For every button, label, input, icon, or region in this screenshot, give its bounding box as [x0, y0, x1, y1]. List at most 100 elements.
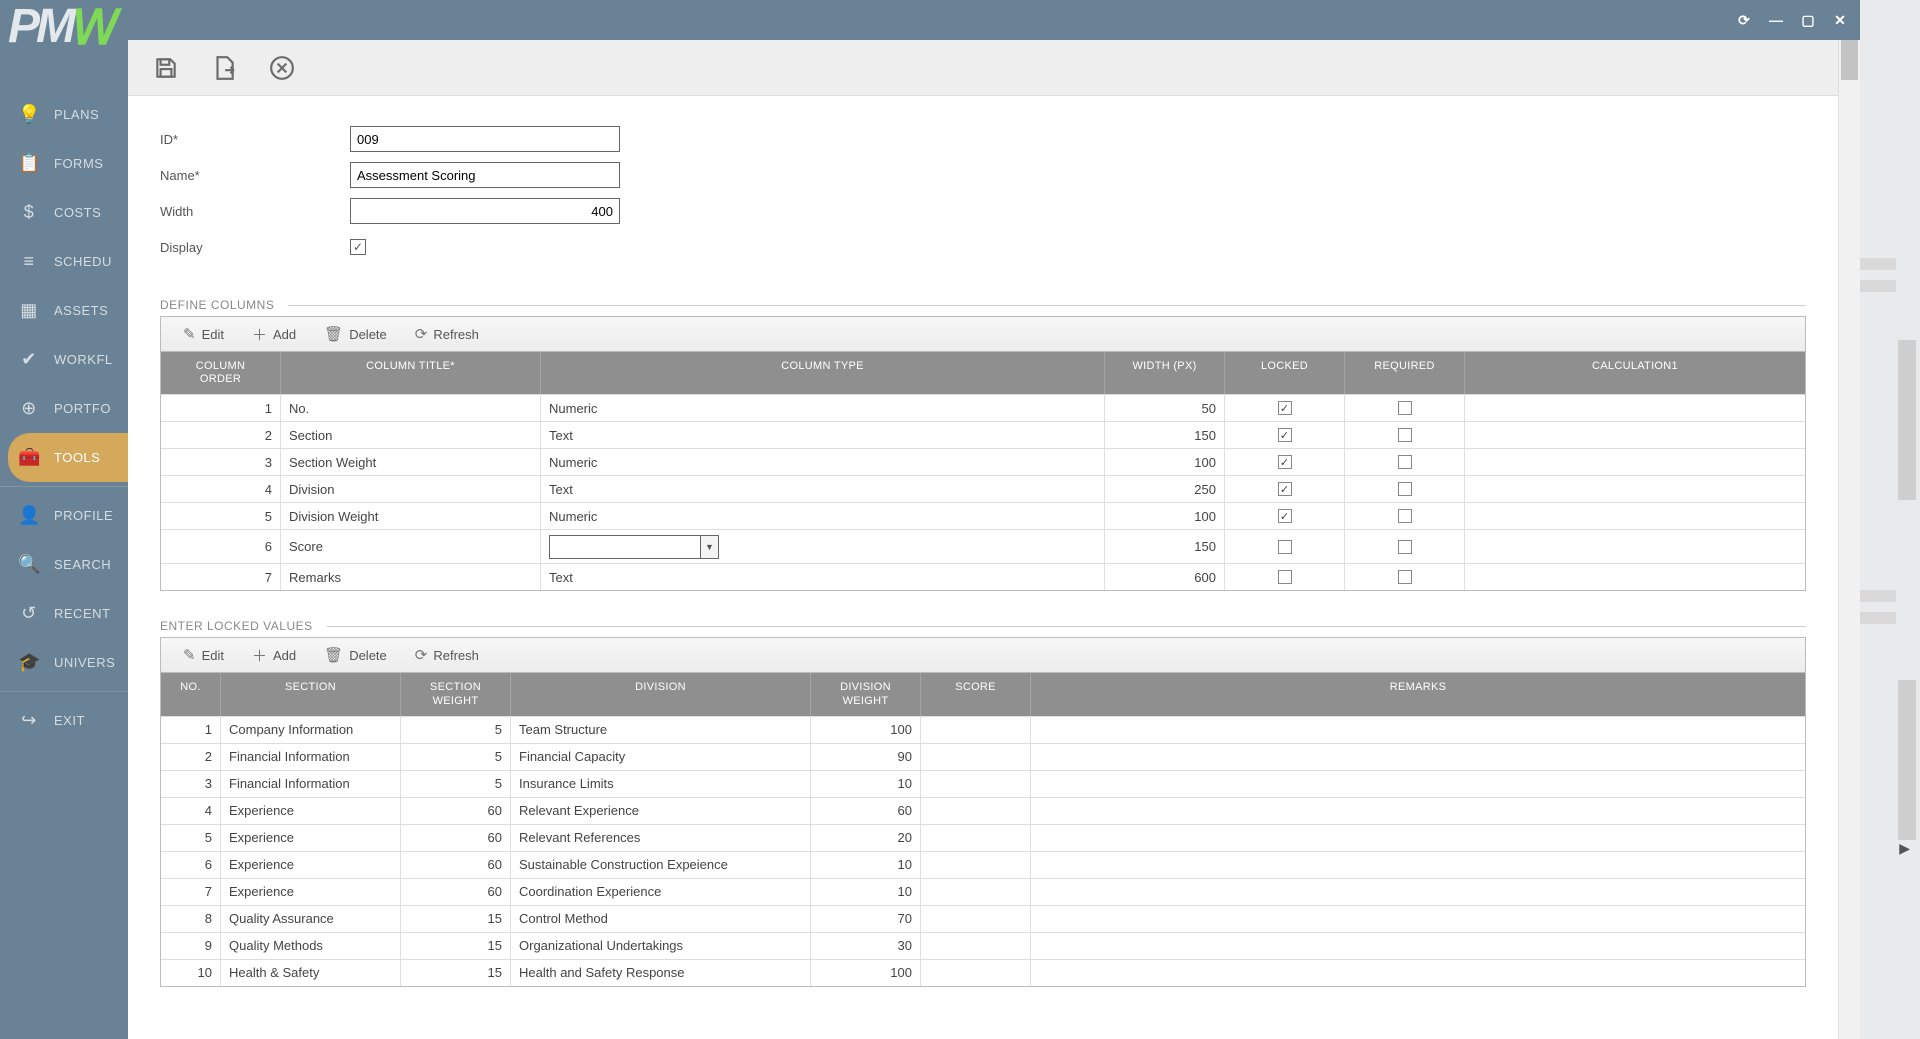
table-row[interactable]: 5Experience60Relevant References20 [161, 824, 1805, 851]
cell-score [921, 960, 1031, 986]
minimize-window-icon[interactable]: ― [1768, 12, 1784, 28]
locked-checkbox[interactable] [1278, 570, 1292, 584]
width-label: Width [160, 204, 350, 219]
nav-item-tools[interactable]: 🧰TOOLS [8, 433, 128, 482]
cell-width: 100 [1105, 503, 1225, 529]
export-icon[interactable] [210, 54, 238, 82]
dialog-scrollbar[interactable] [1838, 40, 1860, 1039]
nav-item-costs[interactable]: $COSTS [0, 188, 128, 237]
required-checkbox[interactable] [1398, 401, 1412, 415]
required-checkbox[interactable] [1398, 509, 1412, 523]
cell-section-weight: 5 [401, 717, 511, 743]
nav-item-exit[interactable]: ↪EXIT [0, 696, 128, 745]
refresh-button[interactable]: ⟳Refresh [415, 325, 479, 343]
cell-division: Insurance Limits [511, 771, 811, 797]
table-row[interactable]: 2SectionText150✓ [161, 421, 1805, 448]
table-row[interactable]: 1No.Numeric50✓ [161, 394, 1805, 421]
refresh-button[interactable]: ⟳Refresh [415, 646, 479, 664]
width-input[interactable] [350, 198, 620, 224]
table-row[interactable]: 4Experience60Relevant Experience60 [161, 797, 1805, 824]
display-checkbox[interactable]: ✓ [350, 239, 366, 255]
add-button[interactable]: ＋Add [252, 324, 296, 345]
nav-icon: 🎓 [18, 652, 40, 673]
table-row[interactable]: 7Experience60Coordination Experience10 [161, 878, 1805, 905]
nav-item-search[interactable]: 🔍SEARCH [0, 540, 128, 589]
add-button[interactable]: ＋Add [252, 645, 296, 666]
cell-score [921, 798, 1031, 824]
delete-button[interactable]: 🗑Delete [324, 325, 387, 343]
close-window-icon[interactable]: ✕ [1832, 12, 1848, 28]
required-checkbox[interactable] [1398, 540, 1412, 554]
cell-division-weight: 20 [811, 825, 921, 851]
nav-item-assets[interactable]: ▦ASSETS [0, 286, 128, 335]
cell-remarks [1031, 852, 1805, 878]
cell-order: 3 [161, 449, 281, 475]
nav-item-plans[interactable]: 💡PLANS [0, 90, 128, 139]
maximize-window-icon[interactable]: ▢ [1800, 12, 1816, 28]
locked-values-grid: NO. SECTION SECTIONWEIGHT DIVISION DIVIS… [160, 673, 1806, 986]
id-input[interactable] [350, 126, 620, 152]
table-row[interactable]: 6Experience60Sustainable Construction Ex… [161, 851, 1805, 878]
table-row[interactable]: 1Company Information5Team Structure100 [161, 716, 1805, 743]
required-checkbox[interactable] [1398, 570, 1412, 584]
table-row[interactable]: 7RemarksText600 [161, 563, 1805, 590]
save-icon[interactable] [152, 54, 180, 82]
name-input[interactable] [350, 162, 620, 188]
table-row[interactable]: 5Division WeightNumeric100✓ [161, 502, 1805, 529]
nav-item-schedu[interactable]: ≡SCHEDU [0, 237, 128, 286]
cell-division-weight: 100 [811, 717, 921, 743]
cell-remarks [1031, 879, 1805, 905]
table-row[interactable]: 3Financial Information5Insurance Limits1… [161, 770, 1805, 797]
locked-toolbar: ✎Edit ＋Add 🗑Delete ⟳Refresh [160, 637, 1806, 673]
cell-width: 100 [1105, 449, 1225, 475]
cell-division: Financial Capacity [511, 744, 811, 770]
locked-checkbox[interactable]: ✓ [1278, 401, 1292, 415]
cell-section: Experience [221, 852, 401, 878]
cell-type: Text [541, 476, 1105, 502]
chevron-down-icon[interactable]: ▼ [700, 536, 718, 558]
nav-icon: ≡ [18, 251, 40, 272]
locked-checkbox[interactable] [1278, 540, 1292, 554]
required-checkbox[interactable] [1398, 428, 1412, 442]
required-checkbox[interactable] [1398, 455, 1412, 469]
required-checkbox[interactable] [1398, 482, 1412, 496]
table-row[interactable]: 3Section WeightNumeric100✓ [161, 448, 1805, 475]
edit-button[interactable]: ✎Edit [183, 325, 224, 343]
section-divider [327, 626, 1806, 627]
locked-checkbox[interactable]: ✓ [1278, 509, 1292, 523]
cell-calc [1465, 476, 1805, 502]
nav-item-workfl[interactable]: ✔WORKFL [0, 335, 128, 384]
cell-width: 150 [1105, 530, 1225, 563]
table-row[interactable]: 6Score▼150 [161, 529, 1805, 563]
scroll-right-icon[interactable]: ▶ [1899, 840, 1910, 857]
nav-item-portfo[interactable]: ⊕PORTFO [0, 384, 128, 433]
cancel-icon[interactable] [268, 54, 296, 82]
grid-header: COLUMNORDER COLUMN TITLE* COLUMN TYPE WI… [161, 352, 1805, 394]
edit-button[interactable]: ✎Edit [183, 646, 224, 664]
nav-item-profile[interactable]: 👤PROFILE [0, 491, 128, 540]
column-type-select[interactable]: ▼ [549, 535, 719, 559]
locked-checkbox[interactable]: ✓ [1278, 482, 1292, 496]
locked-checkbox[interactable]: ✓ [1278, 428, 1292, 442]
table-row[interactable]: 8Quality Assurance15Control Method70 [161, 905, 1805, 932]
refresh-icon: ⟳ [415, 325, 428, 343]
cell-remarks [1031, 798, 1805, 824]
delete-button[interactable]: 🗑Delete [324, 646, 387, 664]
scrollbar-thumb[interactable] [1841, 40, 1858, 80]
table-row[interactable]: 10Health & Safety15Health and Safety Res… [161, 959, 1805, 986]
nav-item-recent[interactable]: ↺RECENT [0, 589, 128, 638]
locked-checkbox[interactable]: ✓ [1278, 455, 1292, 469]
section-divider [288, 305, 1806, 306]
logo-wave-icon: 𝘞 [72, 0, 115, 56]
nav-icon: 👤 [18, 505, 40, 526]
table-row[interactable]: 4DivisionText250✓ [161, 475, 1805, 502]
cell-section: Experience [221, 825, 401, 851]
workspace: ⟳ ― ▢ ✕ [128, 0, 1920, 1039]
nav-item-univers[interactable]: 🎓UNIVERS [0, 638, 128, 687]
cell-section-weight: 60 [401, 879, 511, 905]
nav-item-forms[interactable]: 📋FORMS [0, 139, 128, 188]
cell-remarks [1031, 960, 1805, 986]
table-row[interactable]: 2Financial Information5Financial Capacit… [161, 743, 1805, 770]
refresh-window-icon[interactable]: ⟳ [1736, 12, 1752, 28]
table-row[interactable]: 9Quality Methods15Organizational Underta… [161, 932, 1805, 959]
